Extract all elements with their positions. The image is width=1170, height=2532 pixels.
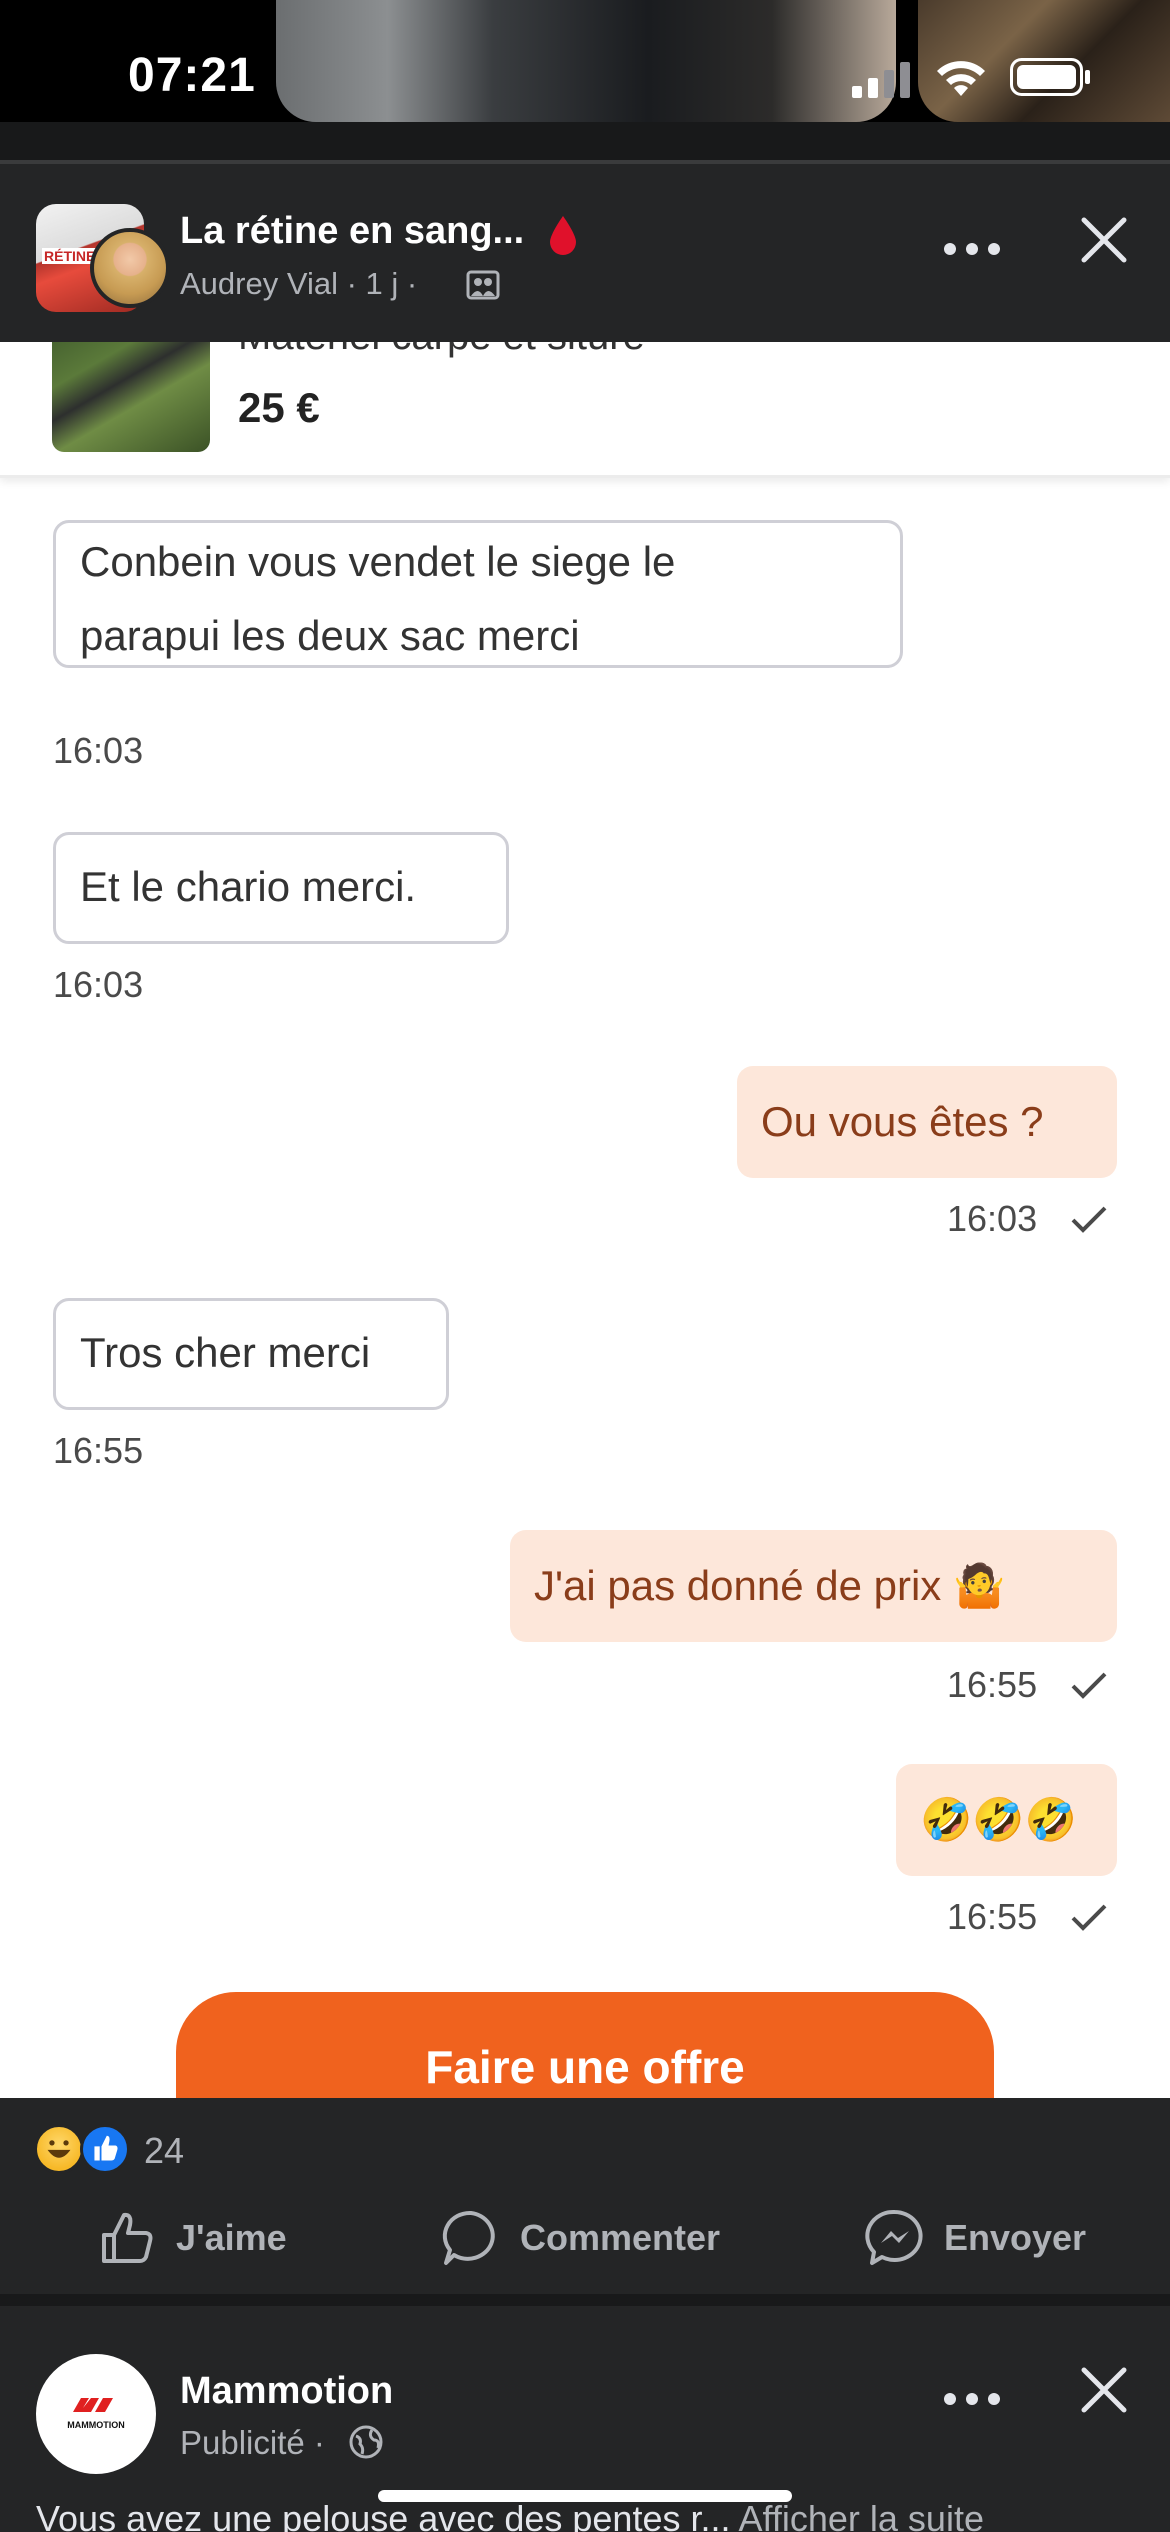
send-label: Envoyer: [944, 2217, 1087, 2258]
meta-separator: ·: [406, 266, 418, 301]
like-reaction-icon: [80, 2124, 130, 2174]
logo-text: MAMMOTION: [67, 2420, 125, 2430]
message-bubble-outgoing: J'ai pas donné de prix 🤷: [510, 1530, 1117, 1642]
group-audience-icon: [466, 270, 500, 300]
close-icon[interactable]: [1080, 2366, 1128, 2414]
message-timestamp: 16:55: [947, 1896, 1038, 1937]
ad-text: Vous avez une pelouse avec des pentes r.…: [36, 2498, 984, 2532]
messenger-icon: [865, 2209, 923, 2265]
globe-icon: [349, 2425, 383, 2459]
read-check-icon: [1071, 1904, 1107, 1931]
message-line: parapui les deux sac merci: [80, 612, 580, 659]
reaction-summary[interactable]: 24: [0, 2098, 1170, 2176]
message-line: Conbein vous vendet le siege le: [80, 538, 676, 585]
message-timestamp: 16:03: [53, 730, 144, 771]
message-bubble-incoming: Et le chario merci.: [53, 832, 509, 944]
reaction-count: 24: [144, 2130, 185, 2171]
make-offer-label: Faire une offre: [425, 2041, 745, 2093]
status-bar: 07:21: [0, 0, 1170, 122]
advertiser-name[interactable]: Mammotion: [180, 2370, 393, 2413]
post-image[interactable]: Matériel carpe et siture 25 € Conbein vo…: [0, 342, 1170, 2098]
post-meta: Audrey Vial · 1 j ·: [180, 266, 417, 302]
wifi-icon: [937, 61, 985, 96]
advertiser-avatar[interactable]: MAMMOTION: [36, 2354, 156, 2474]
close-icon[interactable]: [1080, 216, 1128, 264]
listing-thumbnail: [52, 342, 210, 452]
feed-divider: [0, 122, 1170, 164]
sponsored-label: Publicité ·: [180, 2424, 325, 2461]
message-bubble-incoming: Tros cher merci: [53, 1298, 449, 1410]
more-options-icon[interactable]: [942, 234, 1002, 264]
mammotion-logo-icon: MAMMOTION: [67, 2398, 125, 2430]
post-actions: J'aime Commenter Envoyer: [0, 2176, 1170, 2306]
clock: 07:21: [128, 49, 256, 102]
send-button[interactable]: Envoyer: [864, 2206, 1086, 2270]
message-bubble-outgoing: 🤣🤣🤣: [896, 1764, 1117, 1876]
page-avatar-text: RÉTINE: [42, 248, 98, 264]
message-timestamp: 16:55: [947, 1664, 1038, 1705]
meta-separator: ·: [346, 266, 357, 301]
comment-button[interactable]: Commenter: [440, 2206, 720, 2270]
message-line: Ou vous êtes ?: [761, 1098, 1044, 1145]
message-timestamp: 16:55: [53, 1430, 144, 1471]
more-options-icon[interactable]: [942, 2384, 1002, 2414]
message-line: J'ai pas donné de prix 🤷: [534, 1562, 1006, 1609]
battery-icon: [1010, 58, 1090, 96]
message-line: 🤣🤣🤣: [920, 1796, 1077, 1843]
listing-price: 25 €: [238, 384, 320, 431]
read-check-icon: [1071, 1206, 1107, 1233]
author-avatar[interactable]: [90, 228, 170, 308]
make-offer-button: Faire une offre: [176, 1992, 994, 2098]
message-bubble-incoming: Conbein vous vendet le siege le parapui …: [53, 520, 903, 668]
status-bar-backdrop-photo: [276, 0, 896, 122]
post-header: RÉTINE La rétine en sang... Audrey Vial …: [0, 164, 1170, 342]
thumbs-up-icon: [102, 2212, 153, 2263]
haha-reaction-icon: [34, 2124, 84, 2174]
listing-title: Matériel carpe et siture: [238, 342, 645, 359]
post-author[interactable]: Audrey Vial: [180, 266, 338, 301]
see-more-link[interactable]: Afficher la suite: [739, 2498, 984, 2532]
home-indicator[interactable]: [378, 2490, 792, 2502]
message-line: Et le chario merci.: [80, 863, 417, 910]
message-bubble-outgoing: Ou vous êtes ?: [737, 1066, 1117, 1178]
like-button[interactable]: J'aime: [96, 2206, 287, 2270]
message-timestamp: 16:03: [947, 1198, 1038, 1239]
message-timestamp: 16:03: [53, 964, 144, 1005]
ad-text-body: Vous avez une pelouse avec des pentes r.…: [36, 2498, 731, 2532]
read-check-icon: [1071, 1672, 1107, 1699]
listing-card: Matériel carpe et siture 25 €: [0, 342, 1170, 478]
cellular-signal-icon: [852, 62, 910, 98]
like-label: J'aime: [176, 2217, 287, 2258]
blood-drop-icon: [550, 216, 576, 255]
message-line: Tros cher merci: [80, 1329, 371, 1376]
post-age[interactable]: 1 j: [366, 266, 399, 301]
comment-label: Commenter: [520, 2217, 721, 2258]
post-page-title[interactable]: La rétine en sang...: [180, 210, 524, 253]
comment-bubble-icon: [442, 2210, 495, 2265]
